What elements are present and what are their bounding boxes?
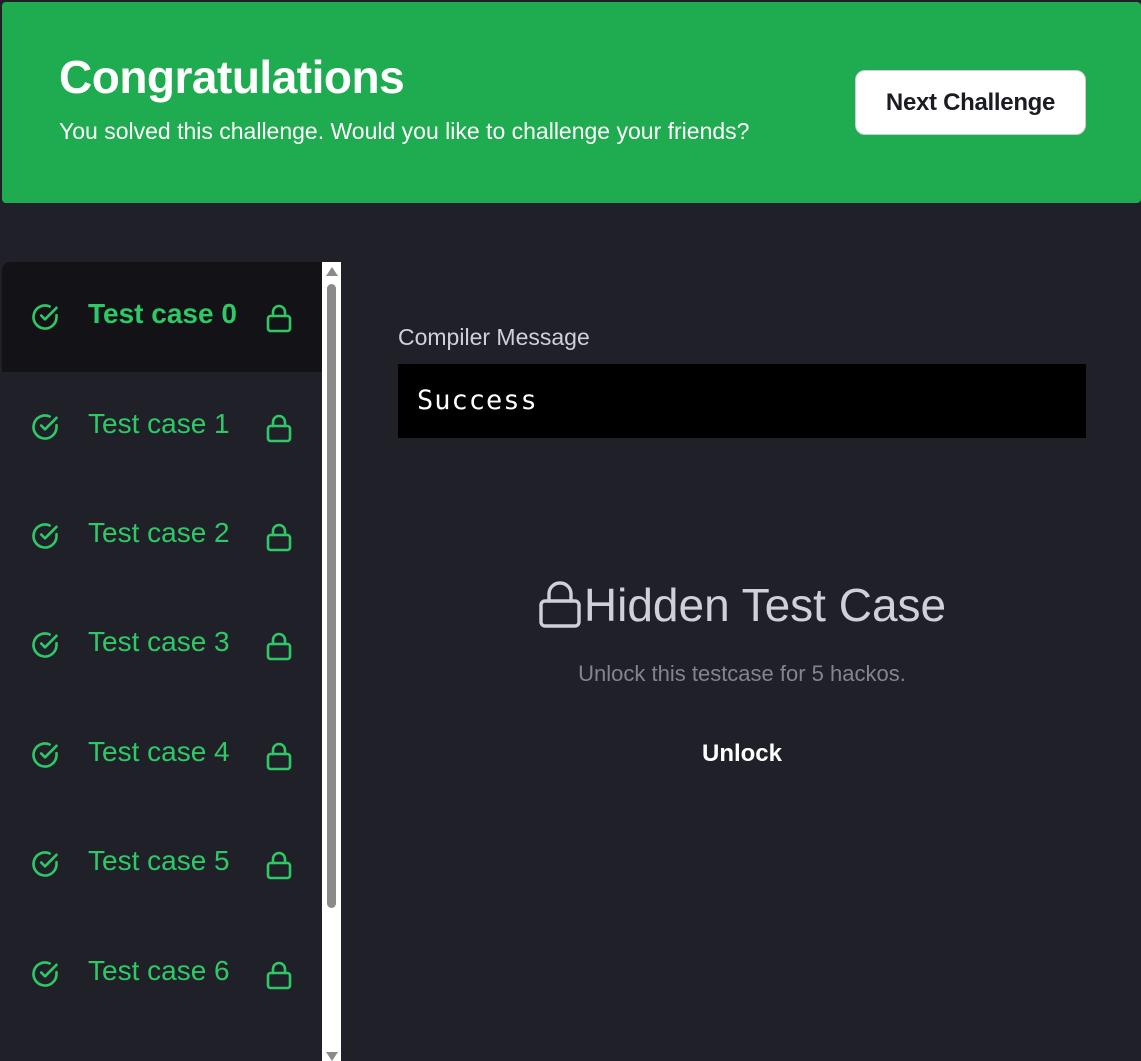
- test-case-label: Test case 0: [88, 298, 237, 329]
- hidden-test-case-title: Hidden Test Case: [583, 579, 947, 631]
- hidden-test-case-heading: Hidden Test Case: [398, 578, 1086, 632]
- banner-subtitle: You solved this challenge. Would you lik…: [59, 118, 750, 144]
- test-case-item-1[interactable]: Test case 1: [2, 372, 322, 482]
- check-circle-icon: [32, 632, 58, 658]
- check-circle-icon: [32, 851, 58, 877]
- check-circle-icon: [32, 304, 58, 330]
- test-case-list: Test case 0 Test case 1 Test case 2 Test…: [2, 262, 322, 1061]
- lock-icon: [266, 304, 292, 333]
- scrollbar-thumb[interactable]: [327, 284, 336, 908]
- check-circle-icon: [32, 742, 58, 768]
- test-case-label: Test case 1: [88, 408, 230, 439]
- lock-icon: [266, 851, 292, 880]
- test-case-label: Test case 6: [88, 955, 230, 986]
- test-case-item-4[interactable]: Test case 4: [2, 700, 322, 810]
- check-circle-icon: [32, 523, 58, 549]
- lock-icon: [266, 742, 292, 771]
- test-case-item-0[interactable]: Test case 0: [2, 262, 322, 372]
- lock-icon: [539, 581, 581, 628]
- scroll-up-arrow-icon[interactable]: [326, 267, 338, 276]
- lock-icon: [266, 961, 292, 990]
- test-case-label: Test case 4: [88, 736, 230, 767]
- test-case-item-2[interactable]: Test case 2: [2, 481, 322, 591]
- test-case-label: Test case 5: [88, 845, 230, 876]
- test-case-label: Test case 2: [88, 517, 230, 548]
- lock-icon: [266, 632, 292, 661]
- banner-title: Congratulations: [59, 51, 405, 103]
- test-case-item-5[interactable]: Test case 5: [2, 809, 322, 919]
- sidebar-scrollbar[interactable]: [322, 262, 341, 1061]
- check-circle-icon: [32, 414, 58, 440]
- test-case-item-6[interactable]: Test case 6: [2, 919, 322, 1029]
- compiler-output-text: Success: [417, 385, 538, 416]
- unlock-description: Unlock this testcase for 5 hackos.: [578, 661, 906, 686]
- test-case-item-3[interactable]: Test case 3: [2, 590, 322, 700]
- check-circle-icon: [32, 961, 58, 987]
- scroll-down-arrow-icon[interactable]: [326, 1052, 338, 1061]
- lock-icon: [266, 414, 292, 443]
- test-case-label: Test case 3: [88, 626, 230, 657]
- next-challenge-button[interactable]: Next Challenge: [855, 70, 1086, 135]
- unlock-button[interactable]: Unlock: [672, 732, 812, 776]
- compiler-output-box: Success: [398, 364, 1086, 438]
- success-banner: Congratulations You solved this challeng…: [2, 2, 1141, 203]
- compiler-message-label: Compiler Message: [398, 324, 590, 350]
- lock-icon: [266, 523, 292, 552]
